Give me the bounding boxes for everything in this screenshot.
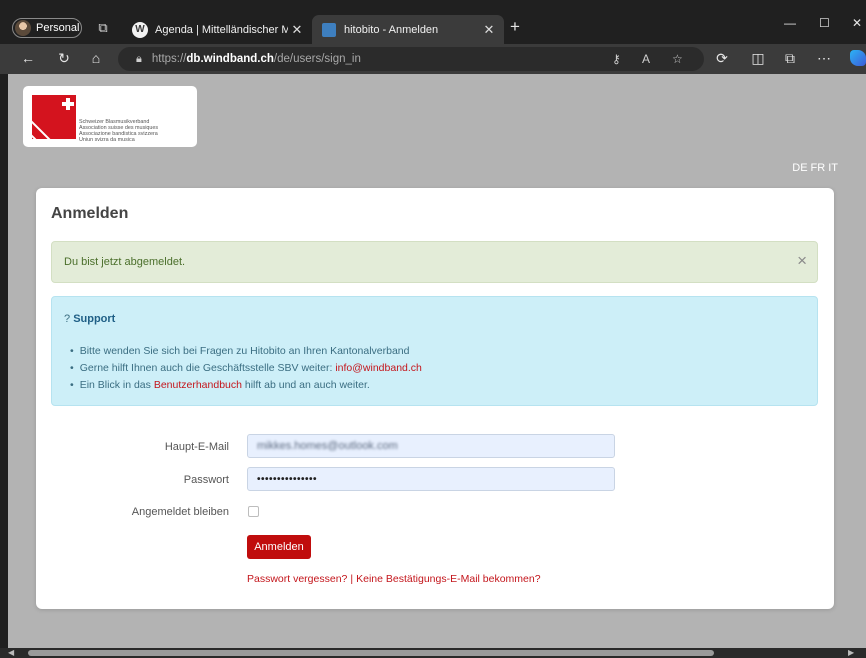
minimize-icon[interactable]: — <box>784 16 796 30</box>
extensions-icon[interactable]: ⟳ <box>712 50 732 67</box>
email-label: Haupt-E-Mail <box>164 441 229 453</box>
close-icon[interactable]: × <box>797 252 807 270</box>
password-field[interactable]: ••••••••••••••• <box>247 467 615 491</box>
key-icon[interactable]: ⚷ <box>612 52 621 66</box>
tab-hitobito[interactable]: hitobito - Anmelden ✕ <box>312 15 504 44</box>
profile-button[interactable]: Personal <box>12 18 82 38</box>
remember-label: Angemeldet bleiben <box>131 506 229 518</box>
remember-checkbox[interactable] <box>248 506 259 517</box>
page-viewport: Schweizer Blasmusikverband Association s… <box>8 74 866 648</box>
workspaces-icon[interactable]: ⧉ <box>94 19 112 37</box>
lang-fr[interactable]: FR <box>811 162 826 174</box>
list-item: Bitte wenden Sie sich bei Fragen zu Hito… <box>80 345 422 357</box>
support-heading: ? Support <box>64 313 116 325</box>
browser-toolbar: ← ↻ ⌂ 🔒︎ https://db.windband.ch/de/users… <box>0 44 866 74</box>
sign-in-card: Anmelden Du bist jetzt abgemeldet. × ? S… <box>36 188 834 609</box>
email-value: mikkes.homes@outlook.com <box>257 440 398 452</box>
support-list: Bitte wenden Sie sich bei Fragen zu Hito… <box>80 345 422 396</box>
logo-text: Schweizer Blasmusikverband Association s… <box>79 119 159 143</box>
collections-icon[interactable]: ⧉ <box>780 50 800 67</box>
email-link[interactable]: info@windband.ch <box>335 362 422 374</box>
scroll-right-icon[interactable]: ▶ <box>848 648 854 658</box>
forgot-password-link[interactable]: Passwort vergessen? <box>247 573 347 585</box>
profile-label: Personal <box>36 22 80 34</box>
language-switcher: DE FR IT <box>789 162 838 174</box>
manual-link[interactable]: Benutzerhandbuch <box>154 379 242 391</box>
favorite-star-icon[interactable]: ☆ <box>672 52 683 66</box>
maximize-icon[interactable]: ☐ <box>819 16 830 30</box>
new-tab-icon[interactable]: + <box>510 17 520 37</box>
lang-de[interactable]: DE <box>792 162 807 174</box>
split-screen-icon[interactable]: ◫ <box>748 50 768 67</box>
browser-titlebar: Personal ⧉ W Agenda | Mittelländischer M… <box>0 0 866 44</box>
page-title: Anmelden <box>51 205 129 222</box>
tab-agenda[interactable]: W Agenda | Mittelländischer Musikv ✕ <box>122 15 312 44</box>
scrollbar-thumb[interactable] <box>28 650 714 656</box>
list-item: Ein Blick in das Benutzerhandbuch hilft … <box>80 379 422 391</box>
email-field[interactable]: mikkes.homes@outlook.com <box>247 434 615 458</box>
copilot-icon[interactable] <box>850 50 866 66</box>
lang-it[interactable]: IT <box>828 162 838 174</box>
password-label: Passwort <box>183 474 229 486</box>
window-close-icon[interactable]: ✕ <box>852 16 862 30</box>
refresh-icon[interactable]: ↻ <box>54 50 74 67</box>
sbv-logo[interactable]: Schweizer Blasmusikverband Association s… <box>23 86 197 147</box>
password-value: ••••••••••••••• <box>257 473 318 485</box>
flash-text: Du bist jetzt abgemeldet. <box>64 256 186 268</box>
support-box: ? Support Bitte wenden Sie sich bei Frag… <box>51 296 818 406</box>
home-icon[interactable]: ⌂ <box>86 50 106 66</box>
no-confirmation-link[interactable]: Keine Bestätigungs-E-Mail bekommen? <box>356 573 540 585</box>
tab-title: Agenda | Mittelländischer Musikv <box>155 23 288 36</box>
swiss-cross-icon <box>62 98 74 110</box>
flash-message: Du bist jetzt abgemeldet. × <box>51 241 818 283</box>
url-text: https://db.windband.ch/de/users/sign_in <box>151 53 361 65</box>
lock-icon[interactable]: 🔒︎ <box>136 53 142 66</box>
back-icon[interactable]: ← <box>18 50 38 66</box>
hitobito-favicon <box>322 22 336 37</box>
read-aloud-icon[interactable]: A <box>642 52 650 66</box>
close-icon[interactable]: ✕ <box>480 22 498 38</box>
address-bar[interactable]: 🔒︎ https://db.windband.ch/de/users/sign_… <box>118 47 704 71</box>
help-links: Passwort vergessen? | Keine Bestätigungs-E… <box>247 573 541 585</box>
sign-in-button[interactable]: Anmelden <box>247 535 311 559</box>
wordpress-icon: W <box>132 21 148 38</box>
tab-title: hitobito - Anmelden <box>344 23 439 36</box>
list-item: Gerne hilft Ihnen auch die Geschäftsstel… <box>80 362 422 374</box>
more-icon[interactable]: ⋯ <box>814 50 834 67</box>
close-icon[interactable]: ✕ <box>288 22 306 38</box>
scroll-left-icon[interactable]: ◀ <box>8 648 14 658</box>
avatar <box>15 20 31 36</box>
horizontal-scrollbar[interactable]: ◀ ▶ <box>0 648 866 658</box>
logo-flag <box>32 95 76 139</box>
